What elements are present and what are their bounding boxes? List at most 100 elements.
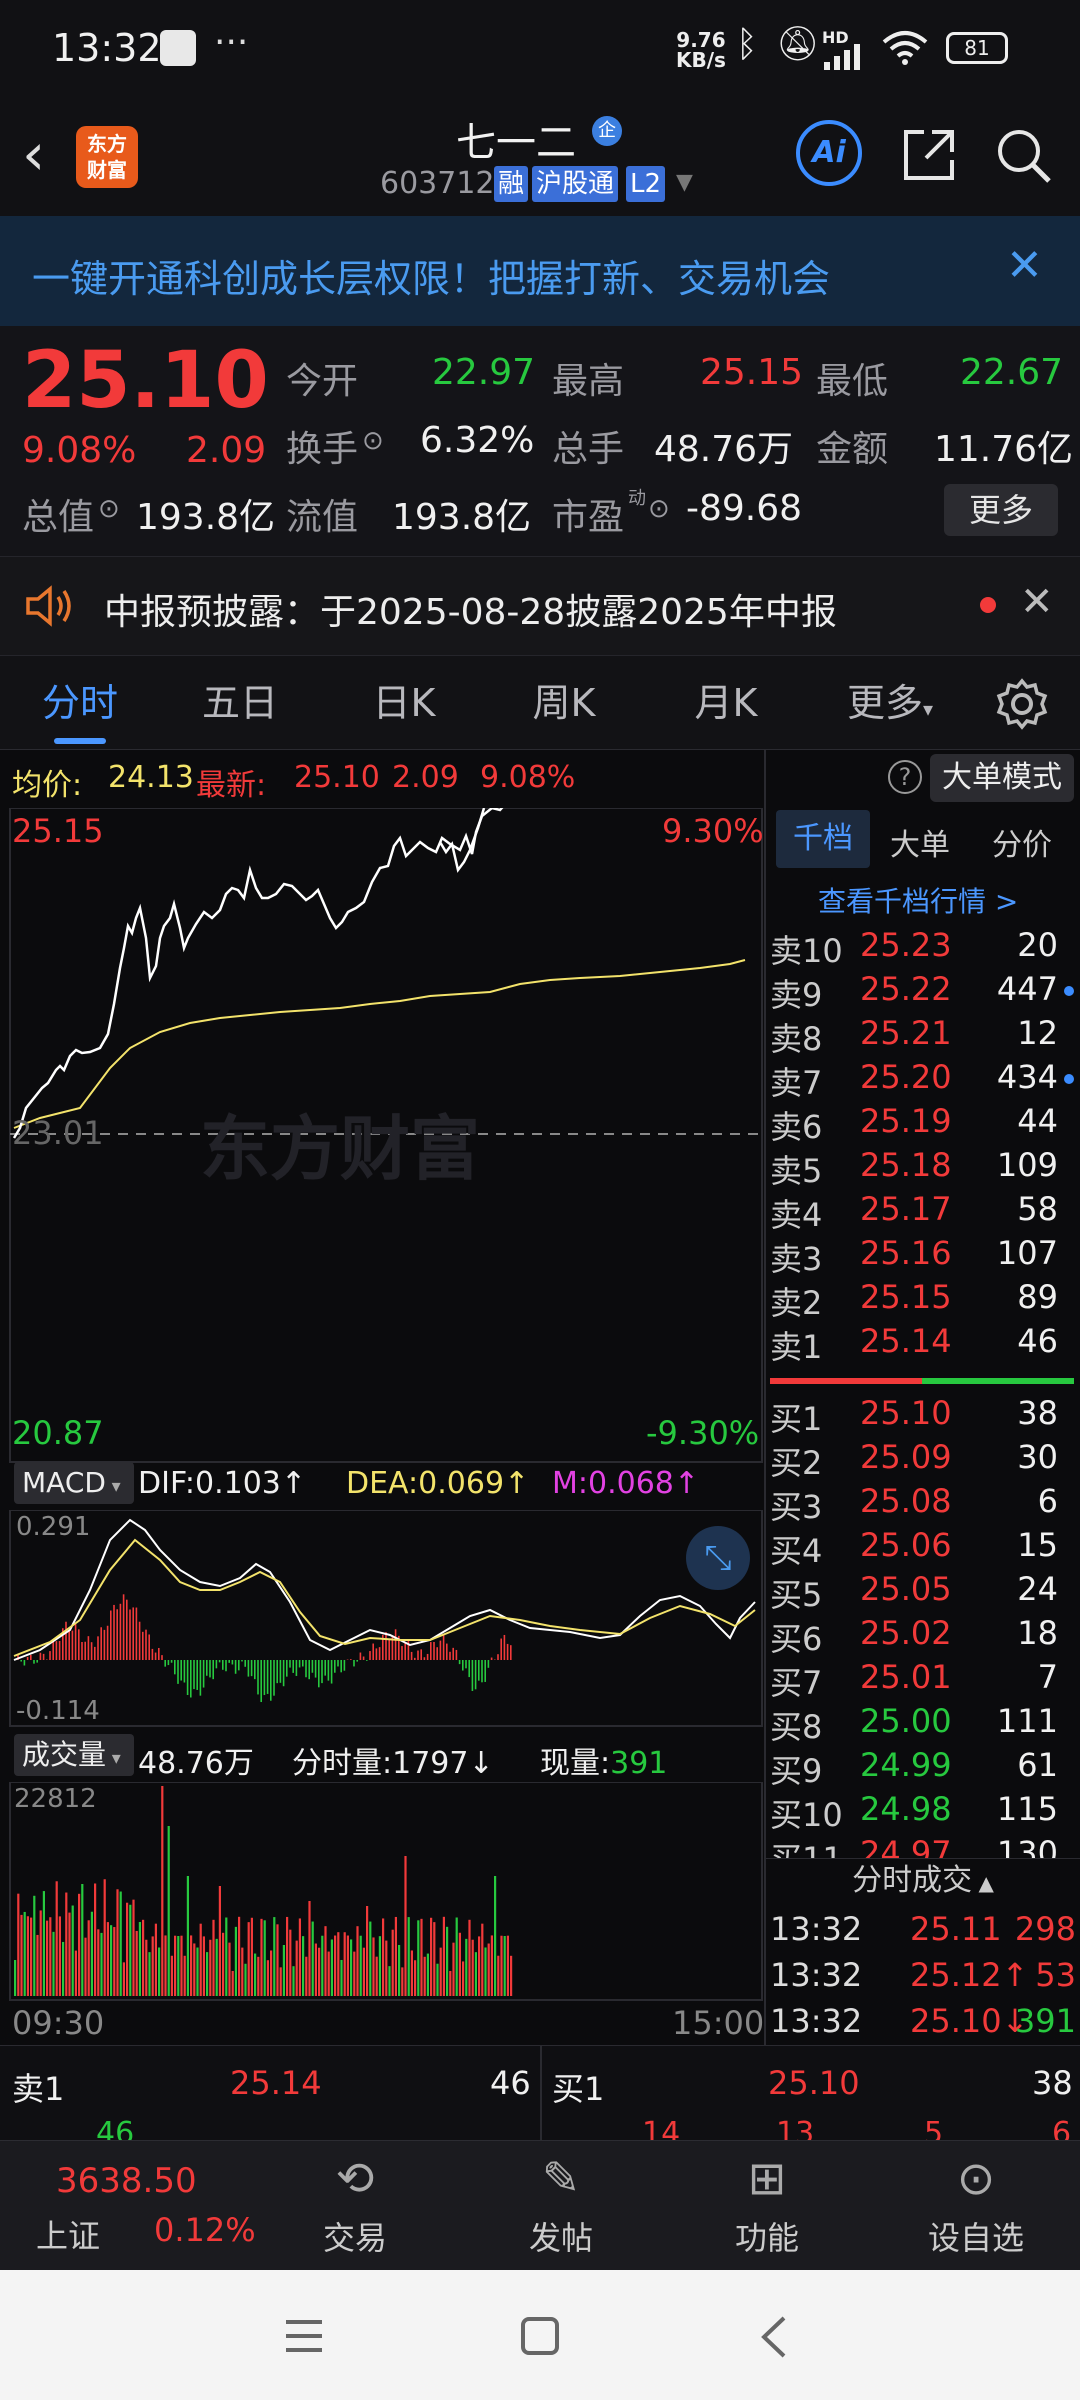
orderbook-tab-bigorder[interactable]: 大单 xyxy=(890,820,950,864)
notice-bar[interactable]: 中报预披露：于2025-08-28披露2025年中报 ✕ xyxy=(0,556,1080,656)
banner-text[interactable]: 一键开通科创成长层权限！把握打新、交易机会 xyxy=(32,248,830,303)
bid-row[interactable]: 买4 25.06 15 xyxy=(770,1526,1080,1570)
bid-row[interactable]: 买8 25.00 111 xyxy=(770,1702,1080,1746)
tick-price: 25.10↓ xyxy=(910,2002,1029,2040)
back-arrow-icon[interactable]: ‹ xyxy=(22,120,45,188)
menu-icon[interactable] xyxy=(284,2318,324,2354)
orderbook-link[interactable]: 查看千档行情 > xyxy=(818,880,1018,920)
macd-histogram-bar xyxy=(180,1660,182,1681)
ask-row[interactable]: 卖1 25.14 46 xyxy=(770,1322,1080,1366)
ask-row[interactable]: 卖8 25.21 12 xyxy=(770,1014,1080,1058)
promo-banner[interactable]: 一键开通科创成长层权限！把握打新、交易机会 ✕ xyxy=(0,216,1080,326)
ai-assistant-button[interactable]: Ai xyxy=(796,120,862,186)
dropdown-triangle-icon[interactable]: ▼ xyxy=(676,170,693,195)
macd-histogram-bar xyxy=(500,1638,502,1660)
index-ticker[interactable]: 3638.50 上证 0.12% xyxy=(0,2141,256,2271)
ask-row[interactable]: 卖5 25.18 109 xyxy=(770,1146,1080,1190)
ask-row[interactable]: 卖10 25.23 20 xyxy=(770,926,1080,970)
macd-histogram-bar xyxy=(420,1649,422,1660)
more-button[interactable]: 更多 xyxy=(944,484,1058,536)
ask-row[interactable]: 卖2 25.15 89 xyxy=(770,1278,1080,1322)
macd-histogram-bar xyxy=(487,1660,490,1668)
tab-weekly-k[interactable]: 周K xyxy=(494,656,634,750)
volume-chart[interactable] xyxy=(0,1782,764,2002)
volume-bar xyxy=(62,1941,65,1996)
bid-row[interactable]: 买9 24.99 61 xyxy=(770,1746,1080,1790)
tab-monthly-k[interactable]: 月K xyxy=(656,656,796,750)
ask-row[interactable]: 卖4 25.17 58 xyxy=(770,1190,1080,1234)
nav-trade[interactable]: ⟲ 交易 xyxy=(290,2151,420,2263)
ask-row[interactable]: 卖7 25.20 434 xyxy=(770,1058,1080,1102)
volume-indicator-select[interactable]: 成交量 ▾ xyxy=(14,1734,134,1776)
macd-indicator-select[interactable]: MACD ▾ xyxy=(14,1462,134,1504)
volume-bar xyxy=(490,1935,493,1996)
volume-bar xyxy=(183,1955,186,1996)
macd-histogram-bar xyxy=(148,1634,150,1660)
ask-row[interactable]: 卖9 25.22 447 xyxy=(770,970,1080,1014)
macd-histogram-bar xyxy=(196,1660,198,1690)
nav-add-watchlist[interactable]: ⊙ 设自选 xyxy=(906,2151,1046,2263)
turnover-info-icon[interactable]: ⊙ xyxy=(362,426,384,456)
macd-histogram-bar xyxy=(433,1641,435,1660)
search-icon[interactable] xyxy=(994,126,1054,186)
bid-row[interactable]: 买10 24.98 115 xyxy=(770,1790,1080,1834)
volume-bar xyxy=(26,1916,29,1996)
ask-row[interactable]: 卖6 25.19 44 xyxy=(770,1102,1080,1146)
ask-label: 卖2 xyxy=(770,1284,823,1322)
ticks-header[interactable]: 分时成交 ▲ xyxy=(766,1858,1080,1902)
expand-chart-icon[interactable]: ⤡ xyxy=(686,1526,750,1590)
mktcap-info-icon[interactable]: ⊙ xyxy=(98,494,120,524)
bid-ask-ratio-bar xyxy=(770,1378,1074,1384)
volume-bar xyxy=(164,1935,167,1996)
share-icon[interactable] xyxy=(900,126,958,184)
bid-price: 25.01 xyxy=(860,1658,952,1696)
orderbook-tab-byprice[interactable]: 分价 xyxy=(992,820,1052,864)
macd-histogram-bar xyxy=(84,1641,86,1660)
volume-bar xyxy=(151,1936,154,1996)
banner-close-icon[interactable]: ✕ xyxy=(1006,240,1043,291)
bid-row[interactable]: 买3 25.08 6 xyxy=(770,1482,1080,1526)
macd-histogram-bar xyxy=(244,1660,246,1667)
tab-more[interactable]: 更多▾ xyxy=(820,656,960,750)
ask-volume: 44 xyxy=(1017,1102,1058,1140)
macd-chart[interactable] xyxy=(0,1510,764,1728)
tab-intraday[interactable]: 分时 xyxy=(10,656,150,750)
app-logo: 东方 财富 xyxy=(76,126,138,188)
volume-bar xyxy=(90,1911,93,1996)
ask-row[interactable]: 卖3 25.16 107 xyxy=(770,1234,1080,1278)
macd-histogram-bar xyxy=(106,1625,109,1660)
macd-histogram-bar xyxy=(276,1660,278,1684)
bid-row[interactable]: 买2 25.09 30 xyxy=(770,1438,1080,1482)
macd-histogram-bar xyxy=(436,1647,438,1660)
notice-close-icon[interactable]: ✕ xyxy=(1020,579,1054,625)
back-icon[interactable] xyxy=(758,2316,788,2358)
tab-five-day[interactable]: 五日 xyxy=(170,656,310,750)
volume-bar xyxy=(484,1947,487,1996)
price-chart[interactable]: 东方财富 xyxy=(0,808,764,1464)
bid-price: 24.98 xyxy=(860,1790,952,1828)
bid-row[interactable]: 买1 25.10 38 xyxy=(770,1394,1080,1438)
settings-gear-icon[interactable] xyxy=(996,678,1048,730)
macd-histogram-bar xyxy=(68,1629,70,1660)
nav-functions[interactable]: ⊞ 功能 xyxy=(702,2151,832,2263)
trade-icon: ⟲ xyxy=(335,2151,375,2205)
volume-bar xyxy=(423,1956,426,1996)
home-square-icon[interactable] xyxy=(520,2316,560,2356)
notice-text[interactable]: 中报预披露：于2025-08-28披露2025年中报 xyxy=(104,583,837,635)
volume-bar xyxy=(465,1938,468,1996)
orderbook-tab-thousand[interactable]: 千档 xyxy=(776,810,870,868)
volume-bar xyxy=(126,1902,129,1996)
bluetooth-icon: ᛒ xyxy=(736,24,758,65)
macd-histogram-bar xyxy=(151,1648,154,1660)
macd-histogram-bar xyxy=(302,1660,304,1667)
volume-bar xyxy=(231,1970,234,1996)
pe-info-icon[interactable]: ⊙ xyxy=(648,494,670,524)
tab-daily-k[interactable]: 日K xyxy=(334,656,474,750)
volume-bar xyxy=(177,1935,180,1996)
bid-row[interactable]: 买6 25.02 18 xyxy=(770,1614,1080,1658)
nav-post-label: 发帖 xyxy=(528,2219,593,2257)
bid-row[interactable]: 买7 25.01 7 xyxy=(770,1658,1080,1702)
nav-post[interactable]: ✎ 发帖 xyxy=(496,2151,626,2263)
volume-bar xyxy=(142,1919,145,1996)
bid-row[interactable]: 买5 25.05 24 xyxy=(770,1570,1080,1614)
